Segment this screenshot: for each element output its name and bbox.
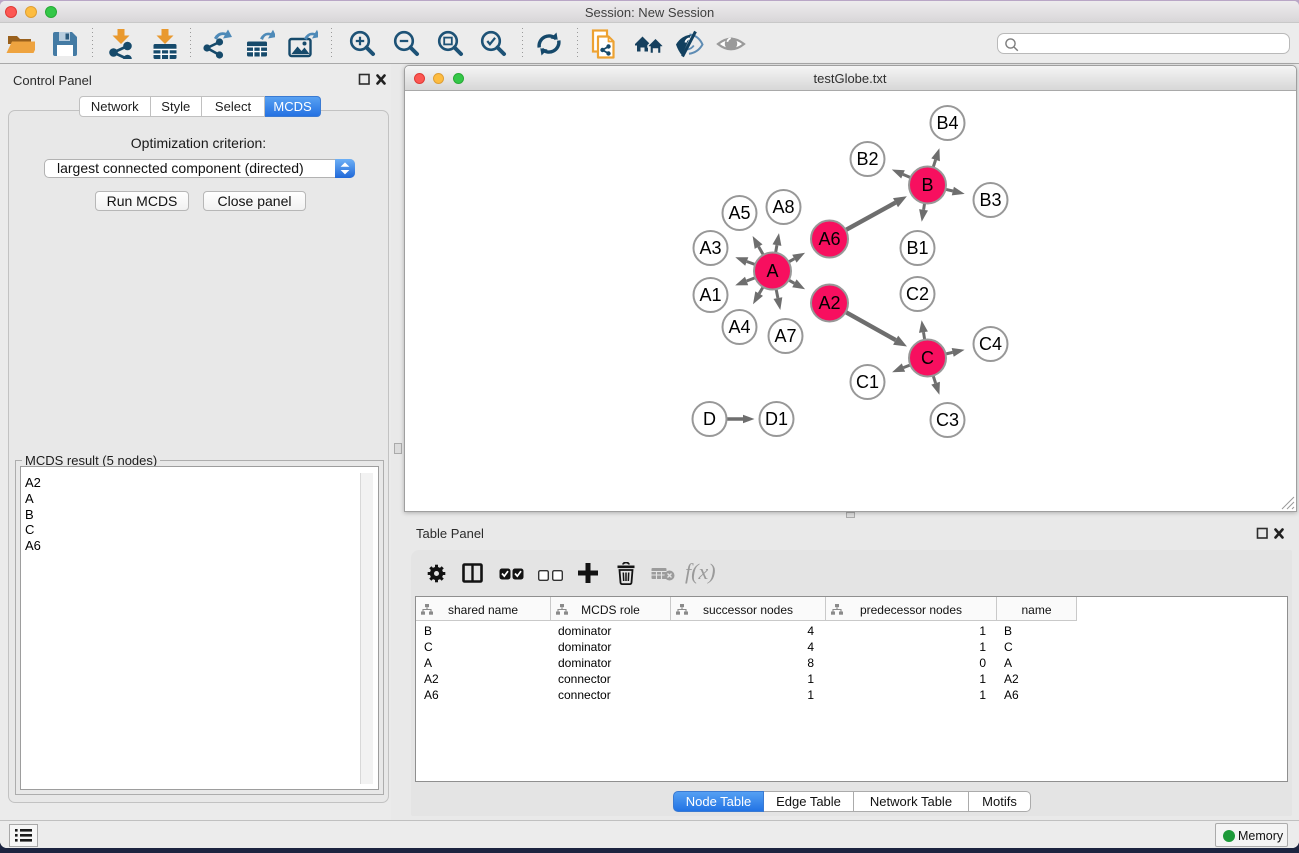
svg-text:A3: A3 bbox=[699, 238, 721, 258]
svg-text:B3: B3 bbox=[979, 190, 1001, 210]
svg-text:A5: A5 bbox=[728, 203, 750, 223]
svg-text:B1: B1 bbox=[906, 238, 928, 258]
svg-text:A8: A8 bbox=[772, 197, 794, 217]
svg-text:C: C bbox=[921, 348, 934, 368]
svg-text:A: A bbox=[766, 261, 778, 281]
svg-text:A7: A7 bbox=[774, 326, 796, 346]
svg-text:A4: A4 bbox=[728, 317, 750, 337]
svg-text:D: D bbox=[703, 409, 716, 429]
svg-text:B2: B2 bbox=[856, 149, 878, 169]
svg-text:A1: A1 bbox=[699, 285, 721, 305]
svg-text:A2: A2 bbox=[818, 293, 840, 313]
svg-text:B4: B4 bbox=[936, 113, 958, 133]
svg-text:A6: A6 bbox=[818, 229, 840, 249]
svg-text:C3: C3 bbox=[935, 410, 958, 430]
svg-text:D1: D1 bbox=[764, 409, 787, 429]
svg-text:B: B bbox=[921, 175, 933, 195]
svg-text:C4: C4 bbox=[978, 334, 1001, 354]
svg-text:C2: C2 bbox=[905, 284, 928, 304]
svg-text:C1: C1 bbox=[855, 372, 878, 392]
